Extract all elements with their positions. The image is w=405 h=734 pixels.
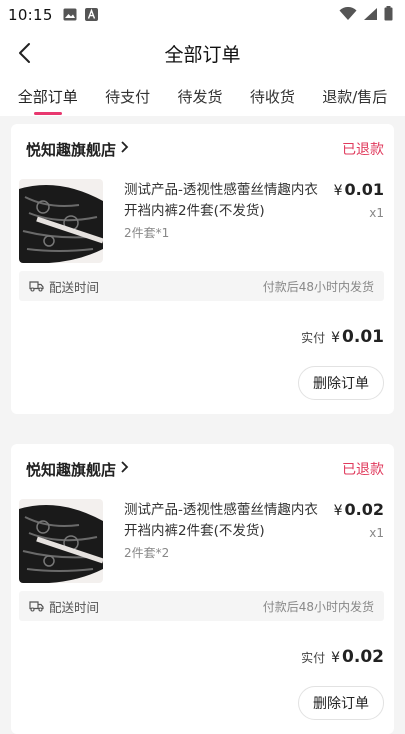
tab-refund-aftersale[interactable]: 退款/售后 xyxy=(318,80,391,113)
currency-symbol: ¥ xyxy=(333,503,343,519)
order-tabs: 全部订单 待支付 待发货 待收货 退款/售后 xyxy=(0,76,405,116)
tab-label: 全部订单 xyxy=(17,87,78,106)
image-icon xyxy=(63,6,77,25)
delete-order-button[interactable]: 删除订单 xyxy=(298,686,384,720)
chevron-right-icon xyxy=(120,140,129,158)
delete-order-button[interactable]: 删除订单 xyxy=(298,366,384,400)
tab-all-orders[interactable]: 全部订单 xyxy=(14,80,82,115)
font-icon xyxy=(84,6,98,25)
tab-label: 退款/售后 xyxy=(322,87,388,106)
price-value: 0.02 xyxy=(344,500,384,519)
product-thumbnail[interactable] xyxy=(19,179,103,263)
back-arrow-icon[interactable] xyxy=(14,40,38,66)
signal-icon xyxy=(363,6,378,25)
order-status: 已退款 xyxy=(342,142,384,158)
product-name[interactable]: 测试产品-透视性感蕾丝情趣内衣开裆内裤2件套(不发货) xyxy=(124,180,319,222)
tab-label: 待发货 xyxy=(177,87,223,106)
product-price: ¥0.02 xyxy=(334,500,384,519)
currency-symbol: ¥ xyxy=(331,330,341,346)
tab-pending-shipment[interactable]: 待发货 xyxy=(173,80,226,113)
paid-label: 实付 xyxy=(301,651,326,665)
tab-active-indicator xyxy=(33,111,62,115)
paid-amount: 0.01 xyxy=(342,327,384,347)
paid-total: 实付 ¥ 0.02 xyxy=(301,647,384,667)
product-price: ¥0.01 xyxy=(334,180,384,199)
tab-label: 待收货 xyxy=(249,87,295,106)
status-time: 10:15 xyxy=(8,6,53,24)
truck-icon xyxy=(29,277,44,296)
paid-label: 实付 xyxy=(301,331,326,345)
page-title: 全部订单 xyxy=(164,43,241,66)
wifi-icon xyxy=(339,6,357,25)
store-link[interactable]: 悦知趣旗舰店 xyxy=(26,139,129,160)
product-thumbnail[interactable] xyxy=(19,499,103,583)
truck-icon xyxy=(29,597,44,616)
order-card: 悦知趣旗舰店 已退款 测试产品-透视性感蕾丝情趣内衣开裆内裤2件套(不发货) 2… xyxy=(11,444,394,734)
product-quantity: x1 xyxy=(369,206,384,220)
status-bar: 10:15 xyxy=(0,0,405,30)
paid-total: 实付 ¥ 0.01 xyxy=(301,327,384,347)
shipping-note: 付款后48小时内发货 xyxy=(262,279,374,294)
tab-pending-receipt[interactable]: 待收货 xyxy=(246,80,299,113)
order-card: 悦知趣旗舰店 已退款 测试产品-透视性感蕾丝情趣内衣开裆内裤2件套(不发货) 2… xyxy=(11,124,394,414)
tab-label: 待支付 xyxy=(105,87,151,106)
store-link[interactable]: 悦知趣旗舰店 xyxy=(26,459,129,480)
currency-symbol: ¥ xyxy=(331,650,341,666)
shipping-label: 配送时间 xyxy=(49,599,100,615)
currency-symbol: ¥ xyxy=(333,183,343,199)
nav-bar: 全部订单 xyxy=(0,30,405,76)
tab-pending-payment[interactable]: 待支付 xyxy=(101,80,154,113)
product-spec: 2件套*1 xyxy=(124,226,170,240)
price-value: 0.01 xyxy=(344,180,384,199)
store-name: 悦知趣旗舰店 xyxy=(26,140,117,159)
product-quantity: x1 xyxy=(369,526,384,540)
order-status: 已退款 xyxy=(342,462,384,478)
store-name: 悦知趣旗舰店 xyxy=(26,460,117,479)
product-name[interactable]: 测试产品-透视性感蕾丝情趣内衣开裆内裤2件套(不发货) xyxy=(124,500,319,542)
shipping-note: 付款后48小时内发货 xyxy=(262,599,374,614)
shipping-label: 配送时间 xyxy=(49,279,100,295)
shipping-info: 配送时间 付款后48小时内发货 xyxy=(19,271,384,301)
paid-amount: 0.02 xyxy=(342,647,384,667)
product-spec: 2件套*2 xyxy=(124,546,170,560)
chevron-right-icon xyxy=(120,460,129,478)
battery-icon xyxy=(384,5,393,25)
shipping-info: 配送时间 付款后48小时内发货 xyxy=(19,591,384,621)
